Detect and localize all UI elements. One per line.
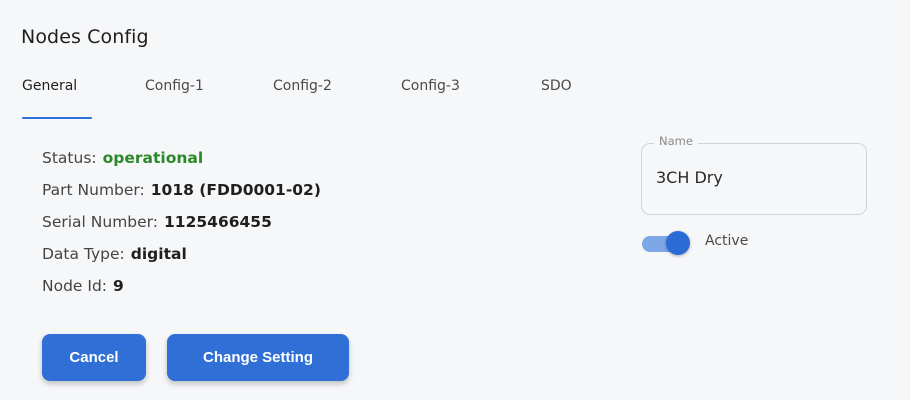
tab-config-1[interactable]: Config-1 [145,78,204,118]
active-toggle[interactable] [640,230,692,256]
node-id-row: Node Id: 9 [42,276,321,308]
part-number-label: Part Number: [42,181,145,199]
node-id-value: 9 [113,277,124,295]
active-toggle-thumb[interactable] [666,231,690,255]
active-toggle-label: Active [705,233,749,249]
name-field: Name [641,134,867,215]
cancel-button[interactable]: Cancel [42,334,146,381]
tab-sdo[interactable]: SDO [541,78,572,118]
nodes-config-panel: Nodes Config General Config-1 Config-2 C… [0,0,910,400]
serial-number-value: 1125466455 [164,213,272,231]
serial-number-row: Serial Number: 1125466455 [42,212,321,244]
tab-general[interactable]: General [22,78,77,118]
node-info: Status: operational Part Number: 1018 (FDD… [42,148,321,308]
dialog-title: Nodes Config [21,26,149,48]
data-type-label: Data Type: [42,245,125,263]
part-number-value: 1018 (FDD0001-02) [150,181,321,199]
data-type-value: digital [130,245,187,263]
part-number-row: Part Number: 1018 (FDD0001-02) [42,180,321,212]
active-tab-indicator [22,117,92,119]
change-setting-button[interactable]: Change Setting [167,334,349,381]
tab-config-2[interactable]: Config-2 [273,78,332,118]
status-row: Status: operational [42,148,321,180]
tab-bar: General Config-1 Config-2 Config-3 SDO [0,78,640,122]
tab-config-3[interactable]: Config-3 [401,78,460,118]
data-type-row: Data Type: digital [42,244,321,276]
name-field-label: Name [654,134,698,148]
serial-number-label: Serial Number: [42,213,159,231]
name-input[interactable] [656,168,846,187]
status-label: Status: [42,149,97,167]
status-value: operational [102,149,204,167]
node-id-label: Node Id: [42,277,108,295]
